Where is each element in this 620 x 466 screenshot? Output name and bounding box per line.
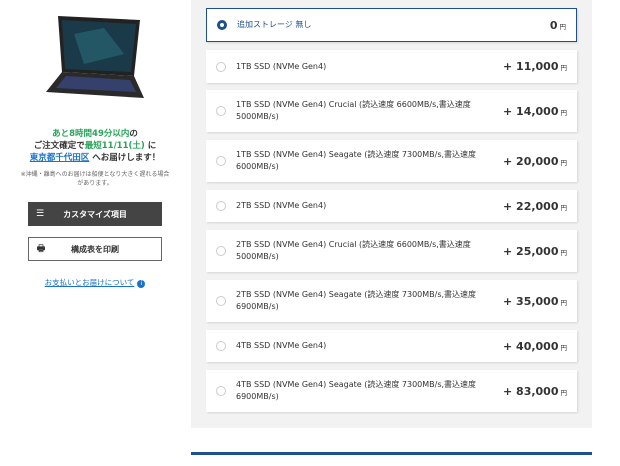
delivery-location-link[interactable]: 東京都千代田区 xyxy=(30,153,90,163)
price-value: + 35,000 xyxy=(503,294,559,308)
delivery-date: 最短11/11(土) xyxy=(84,141,145,151)
print-config-button[interactable]: 🖶 構成表を印刷 xyxy=(28,237,162,261)
printer-icon: 🖶 xyxy=(36,244,46,254)
option-name: 2TB SSD (NVMe Gen4) Seagate (読込速度 7300MB… xyxy=(236,290,477,311)
price-value: 0 xyxy=(549,18,558,32)
radio-button[interactable] xyxy=(216,106,226,116)
radio-button[interactable] xyxy=(216,156,226,166)
option-name: 2TB SSD (NVMe Gen4) xyxy=(236,201,327,210)
delivery-note: ※沖縄・離島へのお届けは船便となり大きく遅れる場合があります。 xyxy=(20,171,170,187)
price-value: + 22,000 xyxy=(503,199,559,213)
currency-unit: 円 xyxy=(560,158,568,167)
radio-button[interactable] xyxy=(216,61,226,72)
customize-items-button[interactable]: ☰ カスタマイズ項目 xyxy=(28,202,162,226)
text: ご注文確定で xyxy=(33,141,85,151)
radio-button[interactable] xyxy=(216,386,226,396)
option-price: + 83,000 円 xyxy=(503,385,577,398)
storage-option[interactable]: 1TB SSD (NVMe Gen4) + 11,000 円 xyxy=(206,50,577,83)
radio-button[interactable] xyxy=(216,341,226,351)
option-name: 4TB SSD (NVMe Gen4) xyxy=(236,341,327,350)
link-text: お支払いとお届けについて xyxy=(44,278,135,287)
option-name: 追加ストレージ 無し xyxy=(237,20,312,29)
button-label: 構成表を印刷 xyxy=(71,244,119,254)
countdown: あと8時間49分以内 xyxy=(52,129,130,139)
option-price: + 35,000 円 xyxy=(503,295,577,308)
radio-button[interactable] xyxy=(216,246,226,256)
radio-button[interactable] xyxy=(217,20,227,30)
storage-option[interactable]: 4TB SSD (NVMe Gen4) Seagate (読込速度 7300MB… xyxy=(206,370,577,412)
price-value: + 83,000 xyxy=(503,384,559,398)
currency-unit: 円 xyxy=(560,388,568,397)
storage-option[interactable]: 2TB SSD (NVMe Gen4) Seagate (読込速度 7300MB… xyxy=(206,280,577,322)
option-price: + 14,000 円 xyxy=(503,105,577,118)
storage-option[interactable]: 4TB SSD (NVMe Gen4) + 40,000 円 xyxy=(206,330,577,362)
storage-options-panel: 追加ストレージ 無し 0 円 1TB SSD (NVMe Gen4) + 11,000 円… xyxy=(191,0,592,428)
option-name: 1TB SSD (NVMe Gen4) Seagate (読込速度 7300MB… xyxy=(236,150,477,171)
section-divider xyxy=(191,452,592,455)
currency-unit: 円 xyxy=(559,22,567,31)
text: の xyxy=(129,129,138,139)
option-price: + 40,000 円 xyxy=(503,340,577,353)
option-name: 4TB SSD (NVMe Gen4) Seagate (読込速度 7300MB… xyxy=(236,380,477,401)
currency-unit: 円 xyxy=(560,248,568,257)
info-icon: i xyxy=(137,280,146,288)
currency-unit: 円 xyxy=(560,343,568,352)
storage-option[interactable]: 追加ストレージ 無し 0 円 xyxy=(206,8,577,42)
radio-button[interactable] xyxy=(216,296,226,306)
price-value: + 11,000 xyxy=(503,60,559,73)
currency-unit: 円 xyxy=(560,203,568,212)
storage-option[interactable]: 2TB SSD (NVMe Gen4) Crucial (読込速度 6600MB… xyxy=(206,230,577,272)
option-price: + 11,000 円 xyxy=(503,60,577,73)
delivery-message: あと8時間49分以内の ご注文確定で最短11/11(土) に 東京都千代田区 へ… xyxy=(0,128,190,164)
payment-delivery-info-link[interactable]: お支払いとお届けについて i xyxy=(0,277,190,288)
storage-option[interactable]: 2TB SSD (NVMe Gen4) + 22,000 円 xyxy=(206,190,577,222)
currency-unit: 円 xyxy=(560,64,568,72)
list-icon: ☰ xyxy=(35,209,45,219)
price-value: + 14,000 xyxy=(503,104,559,118)
price-value: + 20,000 xyxy=(503,154,559,168)
option-price: + 20,000 円 xyxy=(503,155,577,168)
option-name: 2TB SSD (NVMe Gen4) Crucial (読込速度 6600MB… xyxy=(236,240,471,261)
laptop-product-image xyxy=(46,16,144,98)
option-price: + 25,000 円 xyxy=(503,245,577,258)
button-label: カスタマイズ項目 xyxy=(63,209,127,219)
currency-unit: 円 xyxy=(560,108,568,117)
price-value: + 25,000 xyxy=(503,244,559,258)
price-value: + 40,000 xyxy=(503,339,559,353)
storage-option[interactable]: 1TB SSD (NVMe Gen4) Seagate (読込速度 7300MB… xyxy=(206,140,577,182)
storage-option[interactable]: 1TB SSD (NVMe Gen4) Crucial (読込速度 6600MB… xyxy=(206,90,577,132)
currency-unit: 円 xyxy=(560,298,568,307)
option-price: 0円 xyxy=(550,19,576,32)
text: へお届けします！ xyxy=(89,153,161,163)
option-name: 1TB SSD (NVMe Gen4) Crucial (読込速度 6600MB… xyxy=(236,100,471,121)
text: に xyxy=(144,141,157,151)
option-price: + 22,000 円 xyxy=(503,200,577,213)
sidebar: あと8時間49分以内の ご注文確定で最短11/11(土) に 東京都千代田区 へ… xyxy=(0,0,190,466)
option-name: 1TB SSD (NVMe Gen4) xyxy=(236,61,327,71)
radio-button[interactable] xyxy=(216,201,226,211)
